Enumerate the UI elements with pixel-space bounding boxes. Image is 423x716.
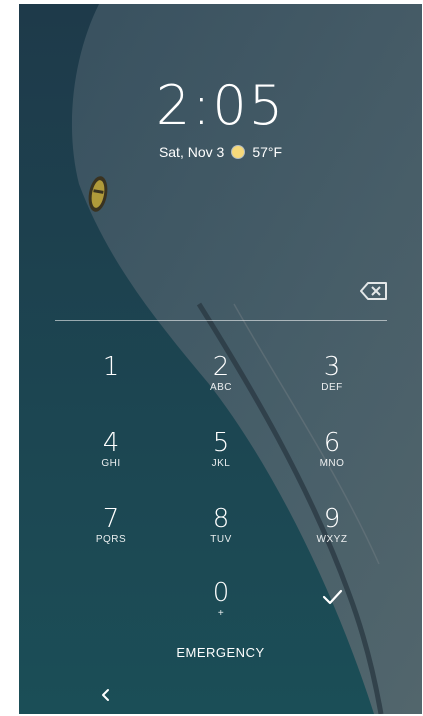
- key-letters: ABC: [209, 382, 233, 393]
- key-6[interactable]: 6 MNO: [292, 428, 372, 492]
- key-digit: 3: [323, 352, 341, 382]
- key-digit: 6: [323, 428, 341, 458]
- emergency-button[interactable]: EMERGENCY: [19, 645, 422, 660]
- backspace-icon[interactable]: [359, 280, 389, 302]
- pin-entry-line[interactable]: [55, 320, 387, 321]
- sun-icon: [232, 146, 245, 158]
- key-letters: JKL: [211, 458, 231, 469]
- key-letters: PQRS: [95, 534, 127, 545]
- check-icon[interactable]: [315, 582, 349, 612]
- key-0[interactable]: 0 +: [181, 578, 261, 642]
- key-letters: +: [217, 608, 225, 619]
- key-letters: TUV: [210, 534, 232, 545]
- chevron-left-icon[interactable]: [97, 686, 115, 704]
- key-digit: 9: [323, 504, 341, 534]
- date-text: Sat, Nov 3: [158, 144, 225, 160]
- key-8[interactable]: 8 TUV: [181, 504, 261, 568]
- key-4[interactable]: 4 GHI: [71, 428, 151, 492]
- key-9[interactable]: 9 WXYZ: [292, 504, 372, 568]
- clock-time: 2:05: [155, 74, 286, 137]
- key-3[interactable]: 3 DEF: [292, 352, 372, 416]
- key-letters: GHI: [101, 458, 121, 469]
- key-letters: WXYZ: [316, 534, 348, 545]
- key-digit: 8: [212, 504, 230, 534]
- temperature-text: 57°F: [252, 144, 283, 160]
- key-letters: DEF: [321, 382, 343, 393]
- key-7[interactable]: 7 PQRS: [71, 504, 151, 568]
- key-digit: 0: [212, 578, 230, 608]
- key-digit: 4: [102, 428, 120, 458]
- lock-screen: 2:05 Sat, Nov 3 57°F 1 2 ABC 3 DEF 4 GHI…: [19, 4, 422, 714]
- key-digit: 5: [212, 428, 230, 458]
- key-5[interactable]: 5 JKL: [181, 428, 261, 492]
- key-digit: 7: [102, 504, 120, 534]
- key-1[interactable]: 1: [71, 352, 151, 416]
- key-digit: 2: [212, 352, 230, 382]
- key-2[interactable]: 2 ABC: [181, 352, 261, 416]
- key-digit: 1: [102, 352, 120, 382]
- date-weather-row: Sat, Nov 3 57°F: [19, 144, 422, 160]
- key-letters: MNO: [319, 458, 345, 469]
